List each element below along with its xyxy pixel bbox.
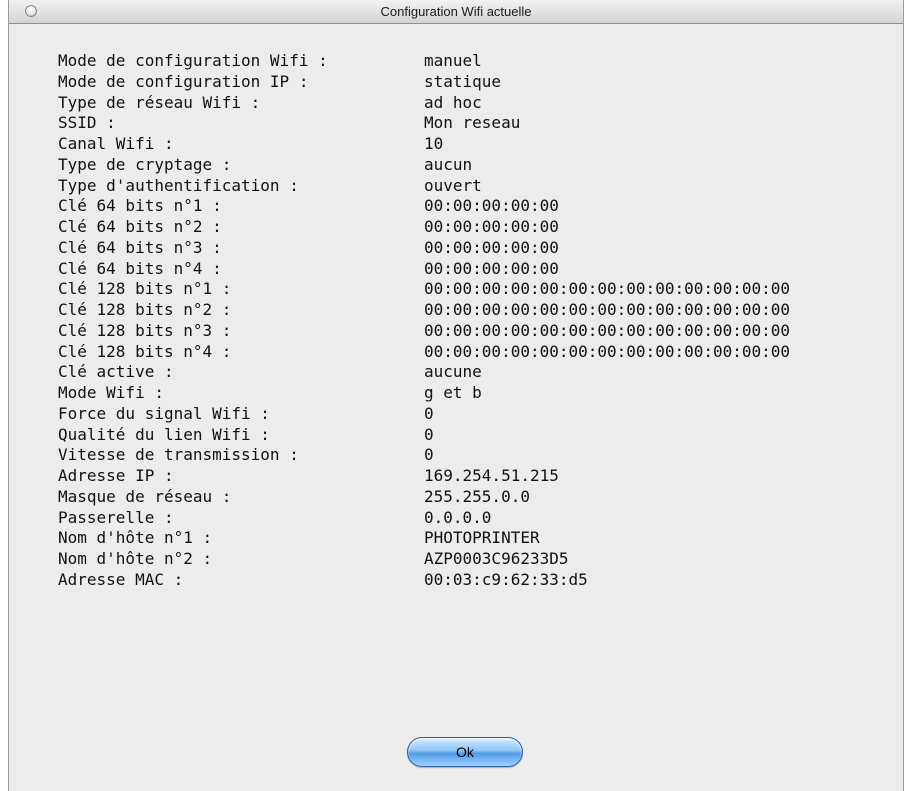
config-value: ouvert [424, 175, 482, 195]
config-value: 00:00:00:00:00:00:00:00:00:00:00:00:00 [424, 341, 791, 361]
config-value: 00:00:00:00:00 [424, 237, 559, 257]
config-value: 00:00:00:00:00:00:00:00:00:00:00:00:00 [424, 320, 791, 340]
config-row: Clé active : aucune [58, 362, 790, 383]
config-value: Mon reseau [424, 113, 521, 133]
title-bar: Configuration Wifi actuelle [9, 0, 903, 24]
config-label: Nom d'hôte n°2 : [58, 549, 213, 568]
config-label: Type de cryptage : [58, 154, 232, 174]
config-value: aucun [424, 154, 473, 174]
config-value: 00:03:c9:62:33:d5 [424, 569, 588, 589]
config-row: Mode de configuration Wifi : manuel [58, 51, 790, 72]
config-row: Passerelle : 0.0.0.0 [58, 508, 790, 529]
config-label: Force du signal Wifi : [58, 403, 270, 423]
config-label: Clé active : [58, 362, 174, 382]
config-value: 00:00:00:00:00 [424, 196, 559, 216]
config-label: SSID : [58, 113, 116, 133]
config-row: Force du signal Wifi : 0 [58, 404, 790, 425]
config-row: Nom d'hôte n°2 : AZP0003C96233D5 [58, 549, 790, 570]
config-label: Clé 128 bits n°1 : [58, 279, 232, 299]
config-label: Mode Wifi : [58, 383, 164, 402]
config-value: 0 [424, 424, 434, 444]
config-label: Type d'authentification : [58, 175, 299, 195]
config-row: Masque de réseau : 255.255.0.0 [58, 487, 790, 508]
config-value: AZP0003C96233D5 [424, 549, 569, 568]
config-value: g et b [424, 383, 482, 402]
config-value: 00:00:00:00:00:00:00:00:00:00:00:00:00 [424, 279, 791, 299]
config-value: PHOTOPRINTER [424, 528, 540, 548]
wifi-config-window: Configuration Wifi actuelle Mode de conf… [8, 0, 904, 791]
config-value: 0 [424, 403, 434, 423]
config-row: Qualité du lien Wifi : 0 [58, 425, 790, 446]
ok-button[interactable]: Ok [407, 737, 523, 767]
config-value: statique [424, 71, 502, 91]
config-label: Clé 128 bits n°2 : [58, 300, 232, 319]
config-value: manuel [424, 51, 482, 70]
window-title: Configuration Wifi actuelle [380, 4, 532, 19]
config-row: Type d'authentification : ouvert [58, 176, 790, 197]
config-row: Clé 64 bits n°4 : 00:00:00:00:00 [58, 259, 790, 280]
config-value: 169.254.51.215 [424, 466, 559, 485]
config-value: 0 [424, 445, 434, 465]
config-row: Type de cryptage : aucun [58, 155, 790, 176]
config-list: Mode de configuration Wifi : manuel Mode d… [58, 51, 790, 591]
config-label: Clé 64 bits n°2 : [58, 217, 222, 236]
config-row: Mode de configuration IP : statique [58, 72, 790, 93]
config-label: Clé 128 bits n°3 : [58, 320, 232, 340]
config-row: SSID : Mon reseau [58, 113, 790, 134]
config-row: Vitesse de transmission : 0 [58, 445, 790, 466]
config-row: Type de réseau Wifi : ad hoc [58, 93, 790, 114]
config-label: Vitesse de transmission : [58, 445, 299, 465]
config-label: Clé 64 bits n°4 : [58, 258, 222, 278]
config-value: 0.0.0.0 [424, 507, 492, 527]
config-label: Nom d'hôte n°1 : [58, 528, 213, 548]
config-label: Clé 128 bits n°4 : [58, 341, 232, 361]
config-label: Adresse MAC : [58, 569, 184, 589]
config-row: Clé 64 bits n°1 : 00:00:00:00:00 [58, 196, 790, 217]
config-value: 00:00:00:00:00 [424, 258, 559, 278]
config-label: Mode de configuration IP : [58, 71, 309, 91]
config-label: Mode de configuration Wifi : [58, 51, 328, 70]
config-value: 00:00:00:00:00 [424, 217, 559, 236]
config-row: Nom d'hôte n°1 : PHOTOPRINTER [58, 528, 790, 549]
config-label: Clé 64 bits n°3 : [58, 237, 222, 257]
config-label: Qualité du lien Wifi : [58, 424, 270, 444]
config-label: Masque de réseau : [58, 486, 232, 506]
config-row: Clé 128 bits n°4 : 00:00:00:00:00:00:00:0… [58, 342, 790, 363]
config-row: Clé 128 bits n°2 : 00:00:00:00:00:00:00:0… [58, 300, 790, 321]
config-row: Adresse IP : 169.254.51.215 [58, 466, 790, 487]
config-value: aucune [424, 362, 482, 382]
config-value: 255.255.0.0 [424, 486, 530, 506]
config-value: 10 [424, 134, 444, 153]
config-label: Type de réseau Wifi : [58, 92, 261, 112]
config-label: Passerelle : [58, 507, 174, 527]
config-label: Canal Wifi : [58, 134, 174, 153]
config-value: 00:00:00:00:00:00:00:00:00:00:00:00:00 [424, 300, 791, 319]
config-label: Clé 64 bits n°1 : [58, 196, 222, 216]
config-row: Clé 64 bits n°3 : 00:00:00:00:00 [58, 238, 790, 259]
config-label: Adresse IP : [58, 466, 174, 485]
config-row: Clé 128 bits n°1 : 00:00:00:00:00:00:00:0… [58, 279, 790, 300]
config-row: Canal Wifi : 10 [58, 134, 790, 155]
config-value: ad hoc [424, 92, 482, 112]
config-row: Adresse MAC : 00:03:c9:62:33:d5 [58, 570, 790, 591]
config-row: Clé 128 bits n°3 : 00:00:00:00:00:00:00:0… [58, 321, 790, 342]
config-row: Clé 64 bits n°2 : 00:00:00:00:00 [58, 217, 790, 238]
config-row: Mode Wifi : g et b [58, 383, 790, 404]
